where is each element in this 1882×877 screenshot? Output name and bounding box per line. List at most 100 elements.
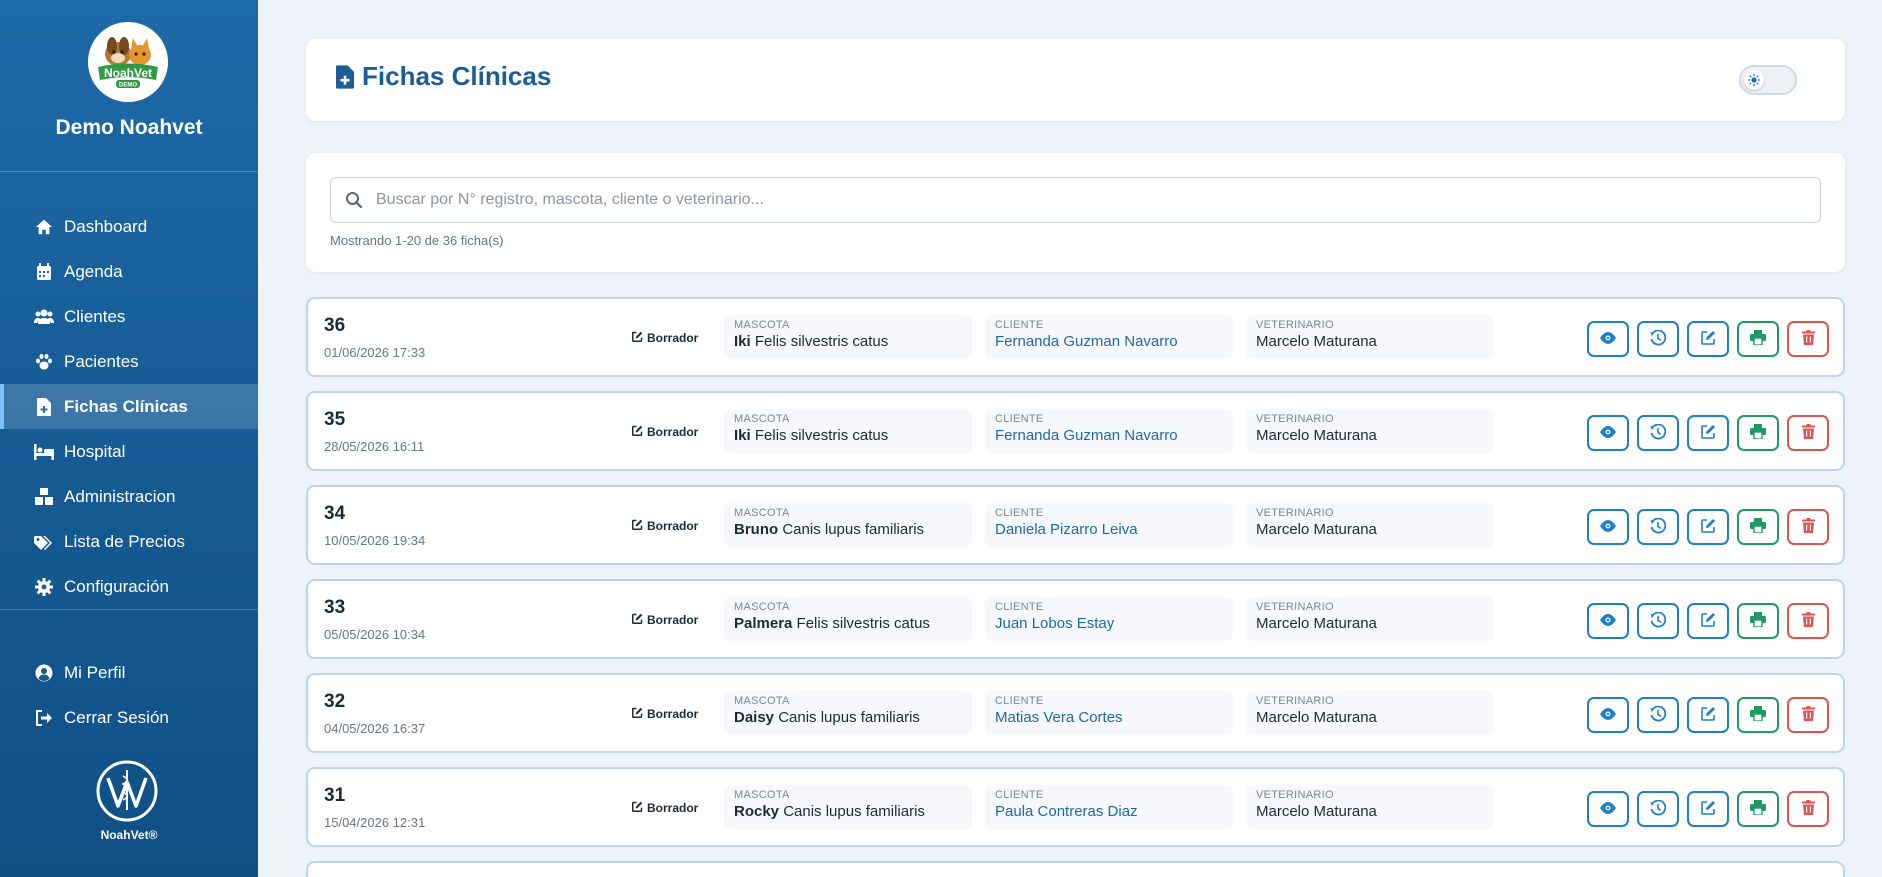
printer-icon <box>1750 330 1766 348</box>
client-link[interactable]: Matias Vera Cortes <box>995 709 1223 726</box>
sidebar-item-agenda[interactable]: Agenda <box>0 249 258 294</box>
record-number: 31 <box>324 785 346 806</box>
view-button[interactable] <box>1587 321 1629 357</box>
record-row[interactable]: 31 15/04/2026 12:31 Borrador MASCOTA Roc… <box>306 767 1845 847</box>
sidebar-item-dashboard[interactable]: Dashboard <box>0 204 258 249</box>
history-button[interactable] <box>1637 603 1679 639</box>
client-field: CLIENTE Fernanda Guzman Navarro <box>985 315 1233 359</box>
history-button[interactable] <box>1637 697 1679 733</box>
status-badge: Borrador <box>632 519 698 533</box>
edit-icon <box>1700 330 1716 348</box>
vet-name: Marcelo Maturana <box>1256 803 1377 820</box>
edit-icon <box>1700 800 1716 818</box>
status-text: Borrador <box>647 613 699 627</box>
history-button[interactable] <box>1637 321 1679 357</box>
status-badge: Borrador <box>632 331 698 345</box>
client-link[interactable]: Fernanda Guzman Navarro <box>995 333 1223 350</box>
status-badge: Borrador <box>632 707 698 721</box>
history-icon <box>1650 705 1667 725</box>
client-link[interactable]: Daniela Pizarro Leiva <box>995 521 1223 538</box>
theme-toggle[interactable] <box>1739 65 1797 95</box>
client-link[interactable]: Paula Contreras Diaz <box>995 803 1223 820</box>
pet-name: Daisy <box>734 709 775 726</box>
client-link[interactable]: Fernanda Guzman Navarro <box>995 427 1223 444</box>
file-medical-icon <box>34 397 54 417</box>
client-label: CLIENTE <box>995 507 1044 519</box>
eye-icon <box>1600 707 1616 723</box>
view-button[interactable] <box>1587 509 1629 545</box>
print-button[interactable] <box>1737 415 1779 451</box>
view-button[interactable] <box>1587 697 1629 733</box>
print-button[interactable] <box>1737 697 1779 733</box>
record-row[interactable]: 32 04/05/2026 16:37 Borrador MASCOTA Dai… <box>306 673 1845 753</box>
sidebar-item-fichas-clinicas[interactable]: Fichas Clínicas <box>0 384 258 429</box>
sidebar-item-clientes[interactable]: Clientes <box>0 294 258 339</box>
history-button[interactable] <box>1637 791 1679 827</box>
delete-button[interactable] <box>1787 791 1829 827</box>
record-row[interactable]: 36 01/06/2026 17:33 Borrador MASCOTA Iki… <box>306 297 1845 377</box>
record-row[interactable]: 34 10/05/2026 19:34 Borrador MASCOTA Bru… <box>306 485 1845 565</box>
edit-button[interactable] <box>1687 697 1729 733</box>
search-box[interactable] <box>330 177 1821 223</box>
sidebar-item-label: Fichas Clínicas <box>64 396 188 416</box>
sidebar-item-lista-precios[interactable]: Lista de Precios <box>0 519 258 564</box>
pet-name: Palmera <box>734 615 793 632</box>
client-link[interactable]: Juan Lobos Estay <box>995 615 1223 632</box>
sidebar-item-mi-perfil[interactable]: Mi Perfil <box>0 650 258 695</box>
sidebar-item-cerrar-sesion[interactable]: Cerrar Sesión <box>0 695 258 740</box>
history-icon <box>1650 611 1667 631</box>
edit-icon <box>1700 612 1716 630</box>
pet-field: MASCOTA Bruno Canis lupus familiaris <box>724 503 972 547</box>
edit-button[interactable] <box>1687 509 1729 545</box>
pet-label: MASCOTA <box>734 789 790 801</box>
delete-button[interactable] <box>1787 321 1829 357</box>
edit-button[interactable] <box>1687 603 1729 639</box>
record-row[interactable]: 35 28/05/2026 16:11 Borrador MASCOTA Iki… <box>306 391 1845 471</box>
view-button[interactable] <box>1587 415 1629 451</box>
pet-field: MASCOTA Iki Felis silvestris catus <box>724 409 972 453</box>
print-button[interactable] <box>1737 791 1779 827</box>
record-date: 15/04/2026 12:31 <box>324 815 426 830</box>
brand-area: NoahVet DEMO Demo Noahvet <box>0 0 258 172</box>
pet-name: Iki <box>734 427 751 444</box>
sidebar-item-configuracion[interactable]: Configuración <box>0 564 258 609</box>
vet-field: VETERINARIO Marcelo Maturana <box>1246 315 1494 359</box>
edit-button[interactable] <box>1687 321 1729 357</box>
delete-button[interactable] <box>1787 697 1829 733</box>
view-button[interactable] <box>1587 791 1629 827</box>
print-button[interactable] <box>1737 321 1779 357</box>
delete-button[interactable] <box>1787 415 1829 451</box>
pet-label: MASCOTA <box>734 319 790 331</box>
sidebar-item-pacientes[interactable]: Pacientes <box>0 339 258 384</box>
print-button[interactable] <box>1737 509 1779 545</box>
hospital-bed-icon <box>34 442 54 462</box>
print-button[interactable] <box>1737 603 1779 639</box>
history-button[interactable] <box>1637 415 1679 451</box>
eye-icon <box>1600 801 1616 817</box>
status-text: Borrador <box>647 801 699 815</box>
page-title: Fichas Clínicas <box>336 61 551 92</box>
pet-field: MASCOTA Palmera Felis silvestris catus <box>724 597 972 641</box>
edit-button[interactable] <box>1687 791 1729 827</box>
history-button[interactable] <box>1637 509 1679 545</box>
footer-brand-text: NoahVet® <box>100 828 158 842</box>
pet-field: MASCOTA Iki Felis silvestris catus <box>724 315 972 359</box>
delete-button[interactable] <box>1787 603 1829 639</box>
record-number: 36 <box>324 315 346 336</box>
pet-species: Felis silvestris catus <box>796 615 930 632</box>
pet-value: Palmera Felis silvestris catus <box>734 615 962 632</box>
record-actions <box>1587 509 1829 545</box>
edit-icon <box>1700 518 1716 536</box>
search-input[interactable] <box>376 178 1806 222</box>
view-button[interactable] <box>1587 603 1629 639</box>
delete-button[interactable] <box>1787 509 1829 545</box>
sidebar-item-hospital[interactable]: Hospital <box>0 429 258 474</box>
record-number: 34 <box>324 503 346 524</box>
edit-icon <box>1700 706 1716 724</box>
clinic-name: Demo Noahvet <box>55 116 203 139</box>
users-icon <box>34 307 54 327</box>
pet-species: Canis lupus familiaris <box>783 803 925 820</box>
sidebar-item-administracion[interactable]: Administracion <box>0 474 258 519</box>
record-row[interactable]: 33 05/05/2026 10:34 Borrador MASCOTA Pal… <box>306 579 1845 659</box>
edit-button[interactable] <box>1687 415 1729 451</box>
